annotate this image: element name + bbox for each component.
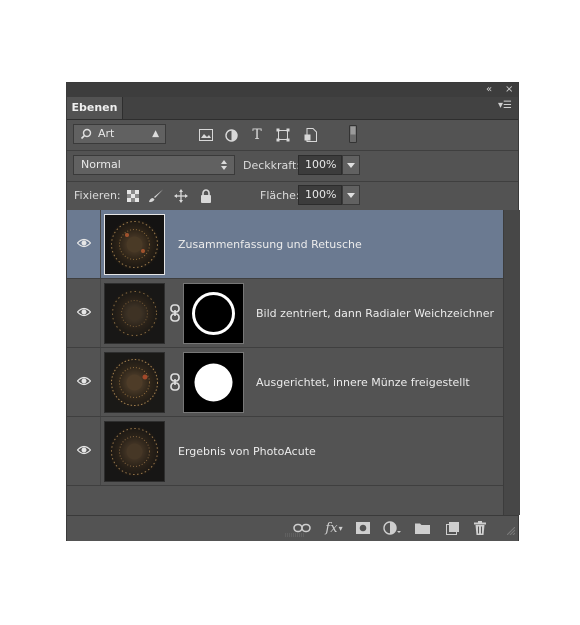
- panel-resize-handle[interactable]: [285, 527, 305, 540]
- visibility-toggle[interactable]: [67, 279, 101, 347]
- coin-thumbnail-icon: [105, 215, 164, 274]
- layer-row[interactable]: Zusammenfassung und Retusche: [67, 210, 503, 279]
- visibility-toggle[interactable]: [67, 348, 101, 416]
- select-arrows-icon: ▲: [152, 129, 159, 139]
- layer-row[interactable]: Ausgerichtet, innere Münze freigestellt: [67, 348, 503, 417]
- blend-mode-select[interactable]: Normal: [73, 155, 235, 175]
- chevron-down-icon: [347, 189, 355, 202]
- add-mask-icon[interactable]: [354, 520, 372, 536]
- panel-tab-bar: Ebenen ▾☰: [67, 97, 518, 120]
- panel-bottom-toolbar: fx ▾: [67, 515, 518, 541]
- blend-mode-value: Normal: [81, 158, 121, 171]
- lock-row: Fixieren: Fläche: 100%: [67, 182, 518, 210]
- filter-row: Art ▲ T: [67, 120, 518, 150]
- image-filter-icon[interactable]: [198, 127, 214, 143]
- lock-all-icon[interactable]: [198, 188, 214, 204]
- panel-title-strip: « ×: [67, 83, 518, 97]
- coin-thumbnail-icon: [105, 422, 164, 481]
- lock-label: Fixieren:: [74, 189, 121, 202]
- close-panel-icon[interactable]: ×: [505, 83, 513, 97]
- fill-label: Fläche:: [260, 189, 300, 202]
- fill-input[interactable]: 100%: [298, 185, 342, 205]
- opacity-input[interactable]: 100%: [298, 155, 342, 175]
- panel-menu-icon[interactable]: ▾☰: [498, 100, 512, 111]
- coin-thumbnail-icon: [105, 353, 164, 412]
- eye-icon: [76, 445, 91, 458]
- layer-mask-thumbnail[interactable]: [183, 283, 244, 344]
- blend-row: Normal Deckkraft: 100%: [67, 151, 518, 181]
- layer-name[interactable]: Zusammenfassung und Retusche: [178, 238, 362, 251]
- new-group-icon[interactable]: [413, 520, 431, 536]
- layer-style-icon[interactable]: fx ▾: [323, 520, 345, 536]
- visibility-toggle[interactable]: [67, 210, 101, 278]
- select-arrows-icon: [220, 156, 228, 181]
- opacity-slider-button[interactable]: [342, 155, 360, 175]
- lock-image-pixels-icon[interactable]: [148, 188, 164, 204]
- chevron-down-icon: [347, 159, 355, 172]
- eye-icon: [76, 376, 91, 389]
- disc-mask-icon: [194, 363, 233, 402]
- filter-type-value: Art: [98, 127, 115, 140]
- type-filter-icon[interactable]: T: [249, 127, 265, 143]
- search-icon: [80, 125, 92, 149]
- layer-mask-thumbnail[interactable]: [183, 352, 244, 413]
- resize-grip-icon[interactable]: [506, 525, 516, 538]
- visibility-toggle[interactable]: [67, 417, 101, 485]
- layer-thumbnail[interactable]: [104, 283, 165, 344]
- opacity-label: Deckkraft:: [243, 159, 300, 172]
- layer-thumbnail[interactable]: [104, 421, 165, 482]
- adjustment-layer-icon[interactable]: [383, 520, 401, 536]
- layers-panel: « × Ebenen ▾☰ Art ▲ T Normal Deckkraft: …: [66, 82, 520, 541]
- collapse-panel-icon[interactable]: «: [486, 83, 492, 97]
- lock-transparency-icon[interactable]: [125, 188, 141, 204]
- layer-row[interactable]: Bild zentriert, dann Radialer Weichzeich…: [67, 279, 503, 348]
- mask-link-icon[interactable]: [169, 373, 181, 391]
- layer-name[interactable]: Bild zentriert, dann Radialer Weichzeich…: [256, 307, 494, 320]
- layers-scrollbar[interactable]: [503, 210, 520, 515]
- trash-icon[interactable]: [471, 520, 489, 536]
- layer-thumbnail[interactable]: [104, 352, 165, 413]
- layer-thumbnail[interactable]: [104, 214, 165, 275]
- eye-icon: [76, 238, 91, 251]
- fx-label: fx: [325, 520, 338, 536]
- coin-thumbnail-icon: [105, 284, 164, 343]
- smart-object-filter-icon[interactable]: [302, 127, 318, 143]
- layer-name[interactable]: Ergebnis von PhotoAcute: [178, 445, 316, 458]
- layer-name[interactable]: Ausgerichtet, innere Münze freigestellt: [256, 376, 470, 389]
- filter-type-select[interactable]: Art ▲: [73, 124, 166, 144]
- lock-position-icon[interactable]: [173, 188, 189, 204]
- fill-slider-button[interactable]: [342, 185, 360, 205]
- eye-icon: [76, 307, 91, 320]
- new-layer-icon[interactable]: [443, 520, 461, 536]
- layer-row[interactable]: Ergebnis von PhotoAcute: [67, 417, 503, 486]
- shape-filter-icon[interactable]: [275, 127, 291, 143]
- filter-toggle-icon[interactable]: [348, 124, 358, 144]
- tab-ebenen[interactable]: Ebenen: [67, 97, 123, 119]
- mask-link-icon[interactable]: [169, 304, 181, 322]
- layers-list: Zusammenfassung und Retusche Bild zentri…: [67, 210, 503, 515]
- adjustment-filter-icon[interactable]: [223, 127, 239, 143]
- ring-mask-icon: [192, 292, 235, 335]
